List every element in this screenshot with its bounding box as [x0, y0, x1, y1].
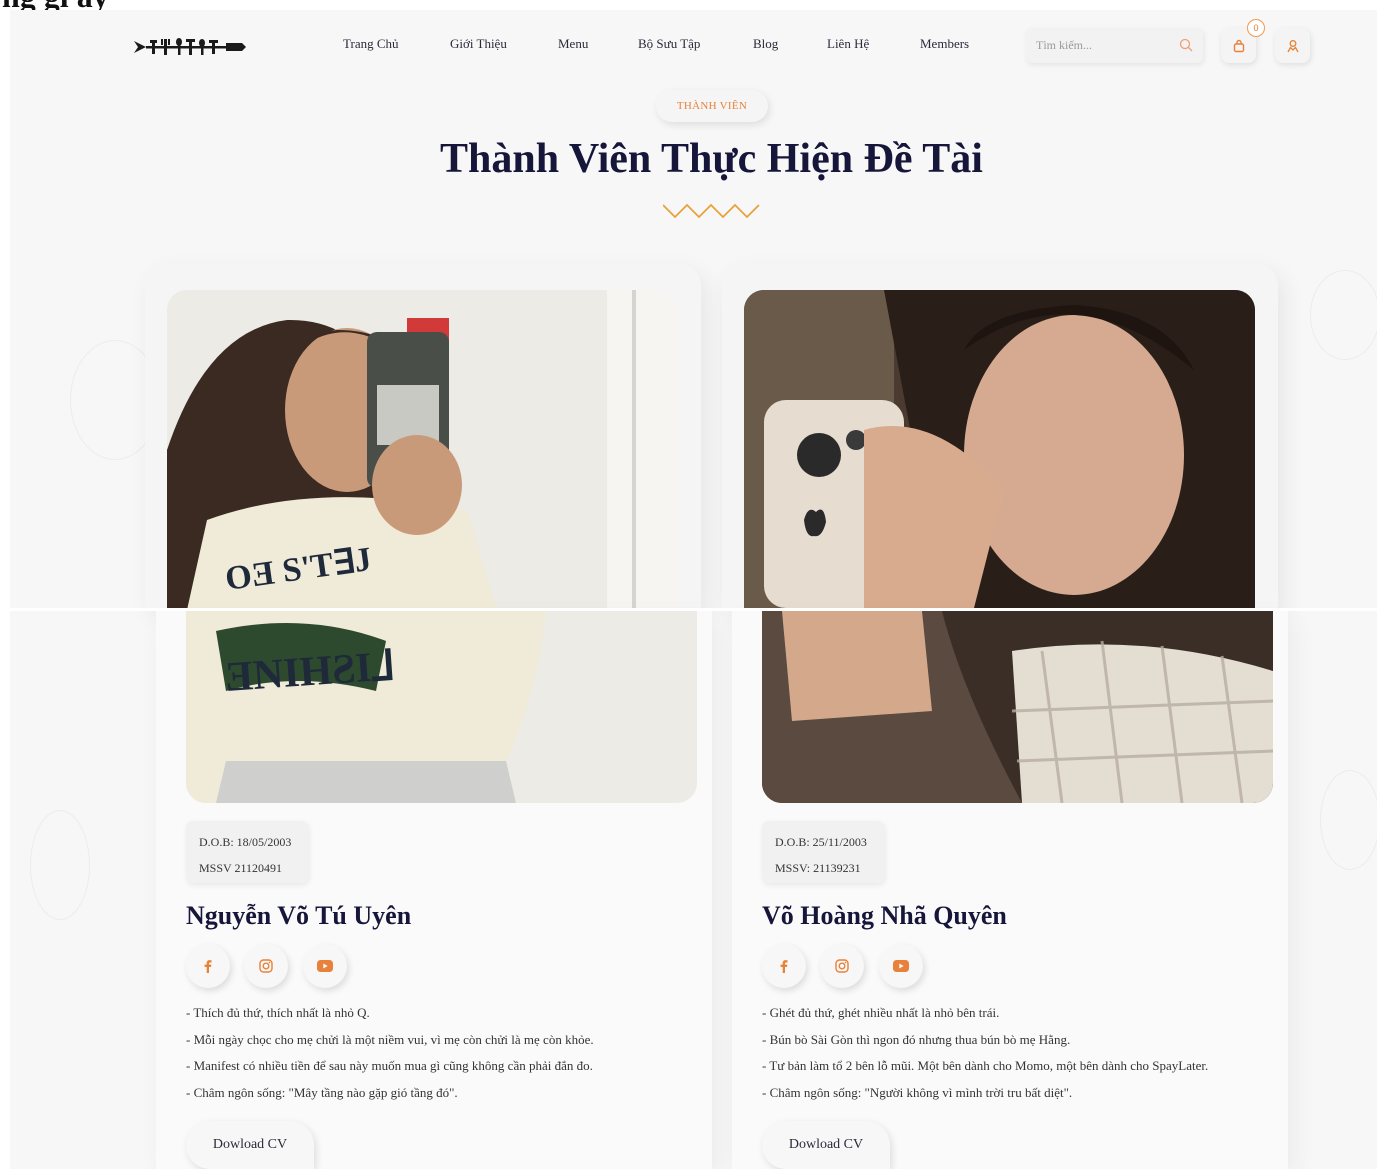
search-icon[interactable]: [1179, 38, 1193, 52]
nav-item-home[interactable]: Trang Chủ: [343, 36, 399, 52]
download-cv-button[interactable]: Dowload CV: [762, 1121, 890, 1169]
section-title: Thành Viên Thực Hiện Đề Tài: [440, 136, 983, 182]
member-dob: D.O.B: 25/11/2003: [775, 835, 867, 849]
facebook-button[interactable]: [762, 944, 806, 988]
facebook-button[interactable]: [186, 944, 230, 988]
bio-line: - Manifest có nhiều tiền để sau này muốn…: [186, 1058, 593, 1073]
nav-item-about[interactable]: Giới Thiệu: [450, 36, 507, 52]
cut-off-heading: ng gì ấy: [0, 0, 1377, 10]
nav-item-contact[interactable]: Liên Hệ: [827, 36, 869, 52]
zigzag-divider: [663, 203, 760, 219]
member-card-top: [722, 264, 1278, 608]
instagram-button[interactable]: [820, 944, 864, 988]
bag-icon: [1233, 39, 1244, 52]
user-icon: [1286, 39, 1299, 52]
bio-line: - Thích đủ thứ, thích nhất là nhỏ Q.: [186, 1005, 370, 1020]
member-card-top: OƎ S'T∃J: [145, 264, 701, 608]
nav-item-menu[interactable]: Menu: [558, 36, 588, 52]
member-student-id: MSSV: 21139231: [775, 861, 861, 875]
page: Trang Chủ Giới Thiệu Menu Bộ Sưu Tập Blo…: [10, 10, 1377, 1169]
nav-item-members[interactable]: Members: [920, 36, 969, 52]
bio-line: - Châm ngôn sống: "Mây tầng nào gặp gió …: [186, 1084, 458, 1100]
instagram-icon: [259, 959, 273, 973]
bio-line: - Tư bản làm tổ 2 bên lỗ mũi. Một bên dà…: [762, 1058, 1209, 1073]
member-card: D.O.B: 25/11/2003 MSSV: 21139231 Võ Hoàn…: [732, 611, 1288, 1169]
facebook-icon: [780, 960, 788, 973]
member-photo-continued: ƎNIHƧI⅃: [186, 611, 697, 803]
member-name: Nguyễn Võ Tú Uyên: [186, 901, 412, 930]
cutlery-logo[interactable]: [134, 36, 246, 58]
member-dob: D.O.B: 18/05/2003: [199, 835, 292, 849]
instagram-button[interactable]: [244, 944, 288, 988]
cut-off-heading-text: ng gì ấy: [2, 0, 109, 10]
member-info-box: D.O.B: 25/11/2003 MSSV: 21139231: [762, 821, 884, 883]
member-bio: - Ghét đủ thứ, ghét nhiều nhất là nhỏ bê…: [762, 1000, 1272, 1106]
youtube-icon: [893, 960, 909, 972]
member-card: ƎNIHƧI⅃ D.O.B: 18/05/2003 MSSV 21120491 …: [156, 611, 712, 1169]
member-photo-image-continued: [762, 611, 1273, 803]
youtube-icon: [317, 960, 333, 972]
member-photo: [744, 290, 1255, 608]
user-button[interactable]: [1275, 28, 1310, 63]
bio-line: - Châm ngôn sống: "Người không vì mình t…: [762, 1084, 1073, 1100]
background-doodle: [1320, 770, 1377, 870]
nav-item-blog[interactable]: Blog: [753, 36, 778, 52]
section-tag: THÀNH VIÊN: [656, 90, 768, 122]
youtube-button[interactable]: [879, 944, 923, 988]
bio-line: - Ghét đủ thứ, ghét nhiều nhất là nhỏ bê…: [762, 1005, 1000, 1020]
background-doodle: [1310, 270, 1377, 360]
member-info-box: D.O.B: 18/05/2003 MSSV 21120491: [186, 821, 308, 883]
search-box: [1026, 28, 1203, 63]
youtube-button[interactable]: [303, 944, 347, 988]
cart-count-badge: 0: [1247, 19, 1265, 37]
bio-line: - Bún bò Sài Gòn thì ngon đó nhưng thua …: [762, 1031, 1071, 1047]
member-photo: OƎ S'T∃J: [167, 290, 678, 608]
background-doodle: [30, 810, 90, 920]
instagram-icon: [835, 959, 849, 973]
facebook-icon: [204, 960, 212, 973]
nav-item-collection[interactable]: Bộ Sưu Tập: [638, 36, 700, 52]
download-cv-button[interactable]: Dowload CV: [186, 1121, 314, 1169]
search-input[interactable]: [1036, 36, 1166, 54]
member-bio: - Thích đủ thứ, thích nhất là nhỏ Q. - M…: [186, 1000, 696, 1106]
member-name: Võ Hoàng Nhã Quyên: [762, 901, 1007, 930]
member-photo-image-continued: ƎNIHƧI⅃: [186, 611, 697, 803]
member-photo-continued: [762, 611, 1273, 803]
bio-line: - Mỗi ngày chọc cho mẹ chửi là một niềm …: [186, 1031, 594, 1047]
member-student-id: MSSV 21120491: [199, 861, 283, 875]
member-photo-image: OƎ S'T∃J: [167, 290, 678, 608]
screenshot-seam: [10, 608, 1377, 611]
member-photo-image: [744, 290, 1255, 608]
